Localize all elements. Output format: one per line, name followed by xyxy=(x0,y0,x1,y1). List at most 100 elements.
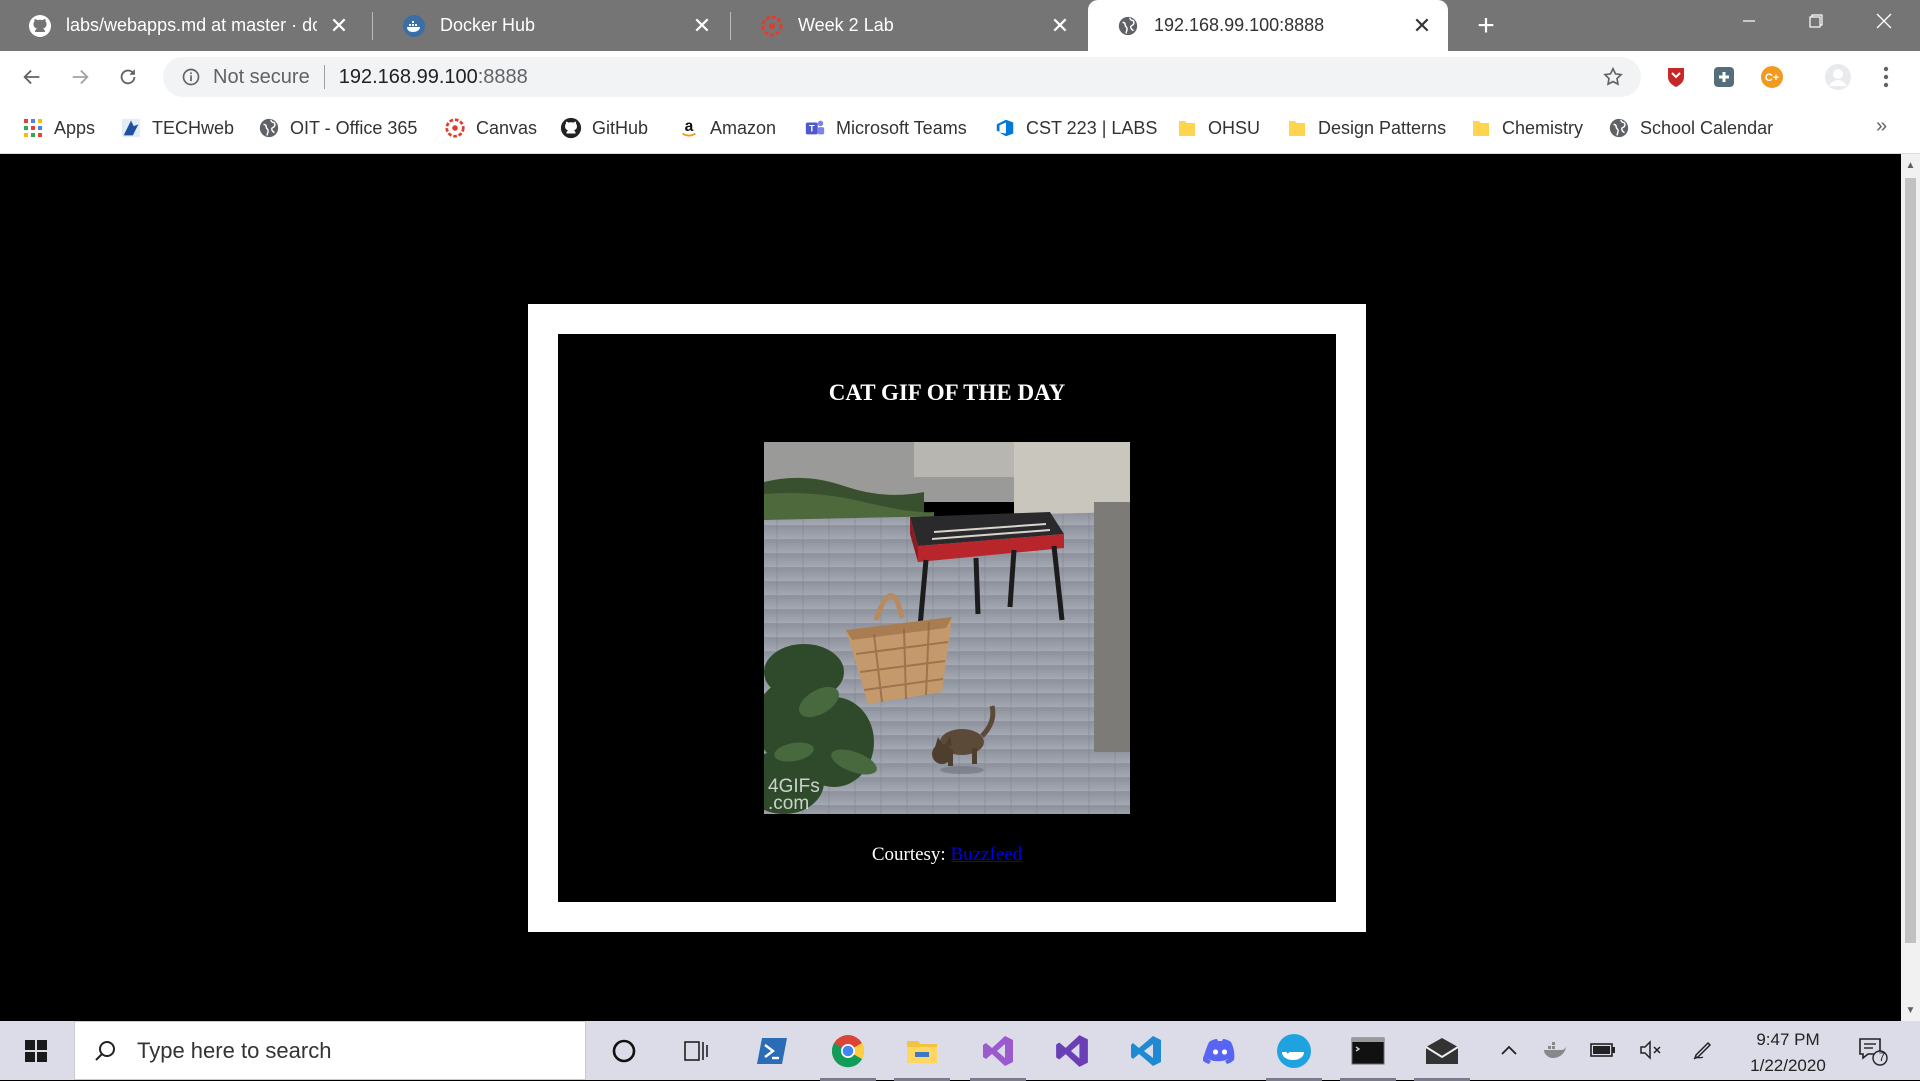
cortana-circle-icon xyxy=(612,1039,636,1063)
tab-strip: labs/webapps.md at master · doc ✕ Docker… xyxy=(0,0,1920,51)
task-view-button[interactable] xyxy=(668,1027,724,1075)
start-button[interactable] xyxy=(0,1021,72,1080)
terminal-taskbar-button[interactable] xyxy=(1340,1027,1396,1081)
bookmark-folder-design-patterns[interactable]: Design Patterns xyxy=(1286,114,1446,142)
address-bar[interactable]: Not secure 192.168.99.100:8888 xyxy=(163,57,1641,97)
task-view-icon xyxy=(684,1041,708,1061)
forward-button[interactable] xyxy=(64,61,96,93)
bookmark-star-icon[interactable] xyxy=(1599,63,1627,91)
close-tab-icon[interactable]: ✕ xyxy=(690,13,714,38)
clock-time: 9:47 PM xyxy=(1756,1030,1820,1049)
apps-grid-icon xyxy=(22,117,44,139)
powershell-icon xyxy=(757,1038,787,1064)
courtesy-label: Courtesy: xyxy=(871,844,946,865)
scroll-thumb[interactable] xyxy=(1905,178,1916,943)
more-bookmarks-chevron-icon[interactable]: » xyxy=(1876,115,1887,138)
bookmark-label: Canvas xyxy=(476,117,538,138)
docker-whale-icon xyxy=(1277,1034,1311,1068)
taskbar-clock[interactable]: 9:47 PM 1/22/2020 xyxy=(1738,1027,1838,1079)
bookmark-oit-office365[interactable]: OIT - Office 365 xyxy=(258,114,417,142)
page-scrollbar[interactable]: ▲ ▼ xyxy=(1901,154,1920,1021)
bookmark-label: Chemistry xyxy=(1502,117,1584,138)
folder-icon xyxy=(1176,117,1198,139)
github-icon xyxy=(560,117,582,139)
tab-title: Week 2 Lab xyxy=(798,15,894,35)
bookmark-microsoft-teams[interactable]: T Microsoft Teams xyxy=(804,114,967,142)
bookmark-label: Apps xyxy=(54,117,96,138)
vscode-taskbar-button[interactable] xyxy=(1118,1027,1174,1075)
bookmark-canvas[interactable]: Canvas xyxy=(444,114,537,142)
bookmark-techweb[interactable]: TECHweb xyxy=(120,114,234,142)
profile-avatar[interactable] xyxy=(1824,63,1852,91)
bookmark-label: CST 223 | LABS xyxy=(1026,117,1158,138)
taskbar-search-box[interactable]: Type here to search xyxy=(74,1021,586,1080)
cortana-button[interactable] xyxy=(596,1027,652,1075)
coupon-extension-icon[interactable]: C+ xyxy=(1758,63,1786,91)
tab-github[interactable]: labs/webapps.md at master · doc ✕ xyxy=(0,0,365,51)
buzzfeed-link[interactable]: Buzzfeed xyxy=(950,844,1022,865)
bookmark-apps[interactable]: Apps xyxy=(22,114,95,142)
bookmark-amazon[interactable]: a Amazon xyxy=(678,114,776,142)
visual-studio-2019-icon xyxy=(1056,1035,1088,1067)
content-panel: CAT GIF OF THE DAY 4GIFs .com Courtesy: … xyxy=(558,334,1336,902)
bookmark-label: Design Patterns xyxy=(1318,117,1447,138)
back-button[interactable] xyxy=(16,61,48,93)
bookmark-folder-chemistry[interactable]: Chemistry xyxy=(1470,114,1583,142)
chrome-taskbar-button[interactable] xyxy=(820,1027,876,1081)
tab-week2-lab[interactable]: Week 2 Lab ✕ xyxy=(732,0,1086,51)
visual-studio-2019-taskbar-button[interactable] xyxy=(1044,1027,1100,1075)
minimize-button[interactable] xyxy=(1721,0,1777,42)
close-tab-icon[interactable]: ✕ xyxy=(1048,13,1072,38)
menu-kebab-icon[interactable] xyxy=(1872,63,1900,91)
windows-taskbar: Type here to search 9:47 PM 1/22/2020 7 xyxy=(0,1021,1920,1081)
shield-extension-icon[interactable] xyxy=(1662,63,1690,91)
bookmarks-bar: Apps TECHweb OIT - Office 365 Canvas Git… xyxy=(0,103,1920,154)
canvas-icon xyxy=(444,117,466,139)
scroll-down-arrow-icon[interactable]: ▼ xyxy=(1901,1001,1920,1019)
battery-icon[interactable] xyxy=(1588,1035,1618,1065)
mail-taskbar-button[interactable] xyxy=(1414,1027,1470,1081)
volume-muted-icon[interactable] xyxy=(1636,1035,1666,1065)
show-hidden-icons-chevron-icon[interactable] xyxy=(1494,1035,1524,1065)
new-tab-button[interactable]: + xyxy=(1468,8,1504,44)
tab-separator xyxy=(730,12,731,40)
tab-localhost[interactable]: 192.168.99.100:8888 ✕ xyxy=(1088,0,1448,51)
visual-studio-taskbar-button[interactable] xyxy=(970,1027,1026,1081)
notification-count-badge: 7 xyxy=(1878,1050,1886,1064)
folder-icon xyxy=(1286,117,1308,139)
close-tab-icon[interactable]: ✕ xyxy=(1410,13,1434,38)
cat-gif-image: 4GIFs .com xyxy=(764,442,1130,814)
url-text[interactable]: 192.168.99.100:8888 xyxy=(339,66,1599,89)
svg-text:C+: C+ xyxy=(1765,72,1779,84)
svg-text:a: a xyxy=(685,118,694,135)
bookmark-school-calendar[interactable]: School Calendar xyxy=(1608,114,1773,142)
bookmark-folder-ohsu[interactable]: OHSU xyxy=(1176,114,1260,142)
bookmark-github[interactable]: GitHub xyxy=(560,114,648,142)
scroll-up-arrow-icon[interactable]: ▲ xyxy=(1901,156,1920,174)
close-window-button[interactable] xyxy=(1856,0,1912,42)
puzzle-extension-icon[interactable] xyxy=(1710,63,1738,91)
search-placeholder: Type here to search xyxy=(137,1037,332,1063)
close-tab-icon[interactable]: ✕ xyxy=(327,13,351,38)
file-explorer-taskbar-button[interactable] xyxy=(894,1027,950,1081)
action-center-button[interactable]: 7 xyxy=(1856,1035,1890,1067)
pen-workspace-icon[interactable] xyxy=(1688,1035,1718,1065)
reload-button[interactable] xyxy=(112,61,144,93)
mail-envelope-icon xyxy=(1425,1038,1459,1064)
bookmark-label: Microsoft Teams xyxy=(836,117,967,138)
restore-button[interactable] xyxy=(1788,0,1844,42)
tab-docker-hub[interactable]: Docker Hub ✕ xyxy=(374,0,728,51)
gif-watermark: 4GIFs .com xyxy=(768,776,820,814)
azure-devops-icon xyxy=(994,117,1016,139)
discord-taskbar-button[interactable] xyxy=(1192,1027,1248,1075)
docker-quickstart-taskbar-button[interactable] xyxy=(1266,1027,1322,1081)
security-status: Not secure xyxy=(213,65,310,88)
folder-icon xyxy=(1470,117,1492,139)
bookmark-cst223-labs[interactable]: CST 223 | LABS xyxy=(994,114,1157,142)
bookmark-label: TECHweb xyxy=(152,117,235,138)
globe-icon xyxy=(1116,14,1140,38)
powershell-taskbar-button[interactable] xyxy=(744,1027,800,1075)
bookmark-label: OHSU xyxy=(1208,117,1261,138)
info-icon[interactable] xyxy=(179,65,203,89)
docker-tray-icon[interactable] xyxy=(1540,1035,1570,1065)
